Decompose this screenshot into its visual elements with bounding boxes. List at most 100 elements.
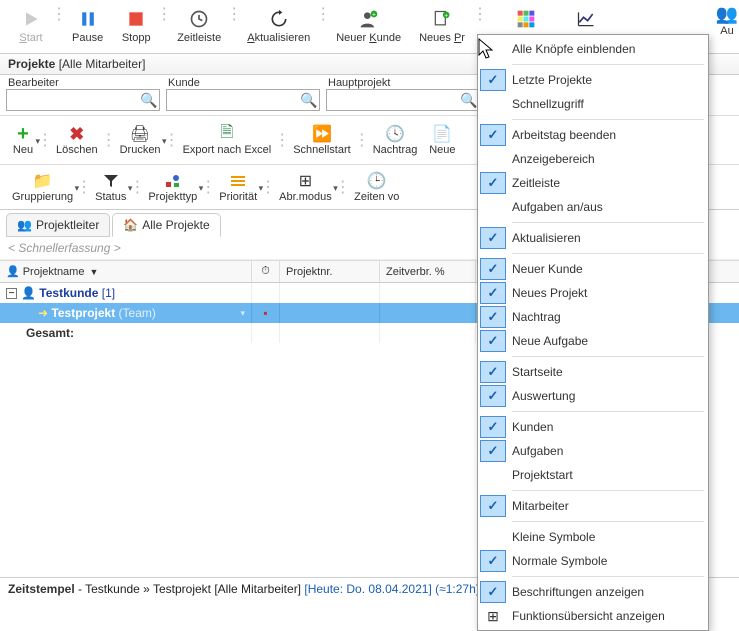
check-icon [480, 69, 506, 91]
menu-item[interactable]: Arbeitstag beenden [478, 123, 708, 147]
menu-item[interactable]: Neue Aufgabe [478, 329, 708, 353]
play-icon [21, 6, 41, 32]
home-icon: 🏠 [123, 218, 138, 232]
toolbar-separator [231, 4, 237, 24]
menu-item-label: Aufgaben an/aus [512, 200, 603, 214]
filter-input-hauptprojekt[interactable]: 🔍 [326, 89, 480, 111]
new-customer-label: Neuer Kunde [336, 32, 401, 44]
svg-text:+: + [444, 12, 448, 19]
menu-item[interactable]: Aufgaben an/aus [478, 195, 708, 219]
menu-item[interactable]: Auswertung [478, 384, 708, 408]
menu-separator [512, 119, 704, 120]
menu-separator [512, 64, 704, 65]
toolbar-separator [106, 122, 112, 158]
title-sub: [Alle Mitarbeiter] [59, 57, 146, 71]
menu-item[interactable]: Neues Projekt [478, 281, 708, 305]
quickstart-button[interactable]: ⏩Schnellstart [287, 122, 356, 158]
menu-separator [512, 490, 704, 491]
pause-label: Pause [72, 32, 103, 44]
filter-input-bearbeiter[interactable]: 🔍 [6, 89, 160, 111]
search-icon[interactable]: 🔍 [139, 92, 159, 109]
menu-item[interactable]: ⊞Funktionsübersicht anzeigen [478, 604, 708, 628]
col-projektnr[interactable]: Projektnr. [280, 261, 380, 282]
toolbar-separator [134, 169, 140, 205]
menu-item-label: Neues Projekt [512, 286, 587, 300]
toolbar-separator [320, 4, 326, 24]
check-icon [480, 306, 506, 328]
check-icon [480, 550, 506, 572]
menu-item[interactable]: Letzte Projekte [478, 68, 708, 92]
projecttype-button[interactable]: Projekttyp▾ [142, 169, 203, 205]
menu-item[interactable]: Zeitleiste [478, 171, 708, 195]
priority-button[interactable]: Priorität▾ [213, 169, 263, 205]
filter-input-kunde[interactable]: 🔍 [166, 89, 320, 111]
stop-button[interactable]: Stopp [113, 4, 159, 46]
toolbar-separator [265, 169, 271, 205]
menu-item[interactable]: Kleine Symbole [478, 525, 708, 549]
menu-item-label: Neue Aufgabe [512, 334, 588, 348]
search-icon[interactable]: 🔍 [299, 92, 319, 109]
menu-item-label: Aktualisieren [512, 231, 581, 245]
svg-text:+: + [372, 12, 376, 19]
menu-item[interactable]: Nachtrag [478, 305, 708, 329]
start-label: Start [19, 32, 42, 44]
menu-item-label: Startseite [512, 365, 563, 379]
status-date: [Heute: Do. 08.04.2021] [304, 582, 431, 596]
menu-item[interactable]: Neuer Kunde [478, 257, 708, 281]
start-button[interactable]: Start [8, 4, 54, 46]
check-icon [480, 385, 506, 407]
refresh-icon [269, 6, 289, 32]
abrmodus-button[interactable]: ⊞Abr.modus▾ [273, 169, 338, 205]
check-icon [480, 495, 506, 517]
status-button[interactable]: Status▾ [89, 169, 132, 205]
col-timer[interactable]: ⏱ [252, 261, 280, 282]
menu-item[interactable]: Startseite [478, 360, 708, 384]
addendum-button[interactable]: 🕓Nachtrag [367, 122, 424, 158]
menu-item[interactable]: Alle Knöpfe einblenden [478, 37, 708, 61]
export-excel-button[interactable]: 🗎Export nach Excel [177, 122, 278, 158]
blank-icon [480, 196, 506, 218]
bars-icon [230, 171, 246, 191]
title-main: Projekte [8, 57, 55, 71]
tab-projektleiter[interactable]: 👥Projektleiter [6, 213, 110, 237]
check-icon [480, 440, 506, 462]
search-icon[interactable]: 🔍 [459, 92, 479, 109]
menu-item[interactable]: Beschriftungen anzeigen [478, 580, 708, 604]
timeline-label: Zeitleiste [177, 32, 221, 44]
refresh-button[interactable]: Aktualisieren [239, 4, 318, 46]
print-button[interactable]: 🖨Drucken▾ [114, 122, 167, 158]
people-icon: 👥 [716, 4, 738, 25]
toolbar-separator [81, 169, 87, 205]
menu-item[interactable]: Aktualisieren [478, 226, 708, 250]
grouping-button[interactable]: 📁Gruppierung▾ [6, 169, 79, 205]
col-zeitverbr[interactable]: Zeitverbr. % [380, 261, 476, 282]
people-button[interactable]: 👥 Au [715, 4, 739, 50]
zeitenvon-button[interactable]: 🕒Zeiten vo [348, 169, 406, 205]
new-project-button[interactable]: + Neues Pr [411, 4, 473, 46]
col-projektname[interactable]: 👤Projektname ▼ [0, 261, 252, 282]
pause-button[interactable]: Pause [64, 4, 111, 46]
menu-item[interactable]: Schnellzugriff [478, 92, 708, 116]
timeline-button[interactable]: Zeitleiste [169, 4, 229, 46]
page-plus-icon: + [432, 6, 452, 32]
stop-small-icon[interactable]: ▪ [263, 306, 267, 320]
menu-item[interactable]: Projektstart [478, 463, 708, 487]
menu-item[interactable]: Anzeigebereich [478, 147, 708, 171]
delete-button[interactable]: ✖Löschen [50, 122, 104, 158]
new2-button[interactable]: 📄Neue [425, 122, 459, 158]
new-customer-button[interactable]: + Neuer Kunde [328, 4, 409, 46]
chart-icon [576, 6, 596, 32]
check-icon [480, 282, 506, 304]
people-icon: 👥 [17, 218, 32, 232]
folder-icon: 📁 [33, 171, 53, 191]
menu-item[interactable]: Normale Symbole [478, 549, 708, 573]
new-button[interactable]: +Neu▾ [6, 122, 40, 158]
tab-alle-projekte[interactable]: 🏠Alle Projekte [112, 213, 220, 237]
check-icon [480, 172, 506, 194]
check-icon [480, 227, 506, 249]
menu-item[interactable]: Kunden [478, 415, 708, 439]
funnel-icon [103, 171, 119, 191]
menu-item[interactable]: Mitarbeiter [478, 494, 708, 518]
collapse-icon[interactable]: − [6, 288, 17, 299]
menu-item[interactable]: Aufgaben [478, 439, 708, 463]
